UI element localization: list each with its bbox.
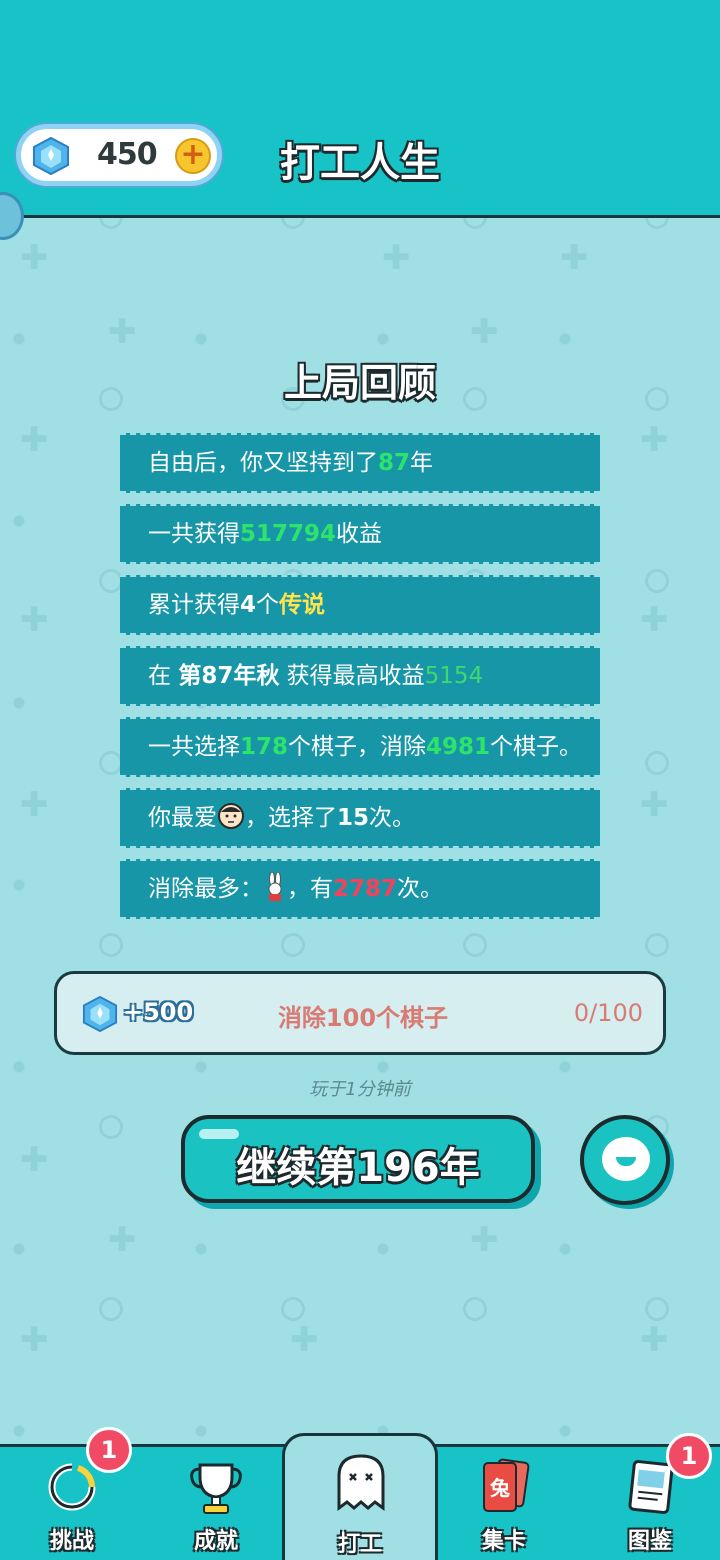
plus-decoration: ✚ — [640, 420, 669, 460]
continue-button[interactable]: 继续第196年 — [181, 1115, 535, 1203]
review-row-income: 一共获得517794收益 — [120, 504, 600, 564]
plus-decoration: ✚ — [640, 1320, 669, 1360]
plus-decoration: ✚ — [108, 1220, 137, 1260]
plus-decoration: ✚ — [20, 1320, 49, 1360]
played-time: 玩于1分钟前 — [309, 1079, 411, 1100]
plus-decoration: ✚ — [20, 600, 49, 640]
notification-badge: 1 — [86, 1427, 132, 1473]
plus-decoration: ✚ — [20, 785, 49, 825]
review-row-years: 自由后，你又坚持到了87年 — [120, 433, 600, 493]
card-icon: 兔 — [483, 1458, 530, 1512]
plus-decoration: ✚ — [20, 420, 49, 460]
bunny-icon — [268, 871, 282, 901]
plus-decoration: ✚ — [560, 238, 589, 278]
plus-decoration: ✚ — [20, 1140, 49, 1180]
plus-decoration: ✚ — [382, 238, 411, 278]
nav-work[interactable]: 打工 — [282, 1433, 438, 1560]
quest-bar[interactable]: +500 消除100个棋子 0/100 — [54, 971, 666, 1055]
page-title: 打工人生 — [280, 140, 440, 186]
chat-icon — [602, 1137, 650, 1181]
notification-badge: 1 — [666, 1433, 712, 1479]
plus-decoration: ✚ — [640, 785, 669, 825]
plus-decoration: ✚ — [470, 312, 499, 352]
review-title: 上局回顾 — [283, 361, 436, 405]
review-row-most-eliminated: 消除最多： ，有2787次。 — [120, 859, 600, 919]
bottom-nav: 挑战 1 成就 打工 兔 集卡 图鉴 1 — [0, 1427, 720, 1560]
nav-label: 图鉴 — [627, 1529, 672, 1554]
face-icon — [218, 802, 244, 829]
review-row-best-income: 在 第87年秋 获得最高收益5154 — [120, 646, 600, 706]
nav-achievements[interactable]: 成就 — [144, 1447, 288, 1560]
continue-label: 继续第196年 — [236, 1145, 480, 1191]
plus-decoration: ✚ — [108, 312, 137, 352]
review-row-legend: 累计获得4个传说 — [120, 575, 600, 635]
review-row-pieces: 一共选择178个棋子，消除4981个棋子。 — [120, 717, 600, 777]
quest-progress: 0/100 — [573, 999, 643, 1027]
plus-decoration: ✚ — [640, 600, 669, 640]
plus-decoration: ✚ — [290, 1320, 319, 1360]
nav-label: 挑战 — [49, 1529, 94, 1554]
trophy-icon — [190, 1463, 242, 1514]
review-row-favorite: 你最爱 ，选择了15次。 — [120, 788, 600, 848]
nav-label: 打工 — [337, 1532, 382, 1557]
nav-cards[interactable]: 兔 集卡 — [432, 1447, 576, 1560]
svg-text:兔: 兔 — [489, 1476, 510, 1500]
ghost-icon — [337, 1454, 385, 1511]
nav-label: 集卡 — [481, 1529, 526, 1554]
review-list: 自由后，你又坚持到了87年 一共获得517794收益 累计获得4个传说 在 第8… — [120, 433, 600, 930]
top-header: 450 + 打工人生 — [0, 0, 720, 218]
chat-button[interactable] — [580, 1115, 670, 1205]
nav-label: 成就 — [193, 1529, 238, 1554]
plus-decoration: ✚ — [20, 238, 49, 278]
plus-decoration: ✚ — [470, 1220, 499, 1260]
